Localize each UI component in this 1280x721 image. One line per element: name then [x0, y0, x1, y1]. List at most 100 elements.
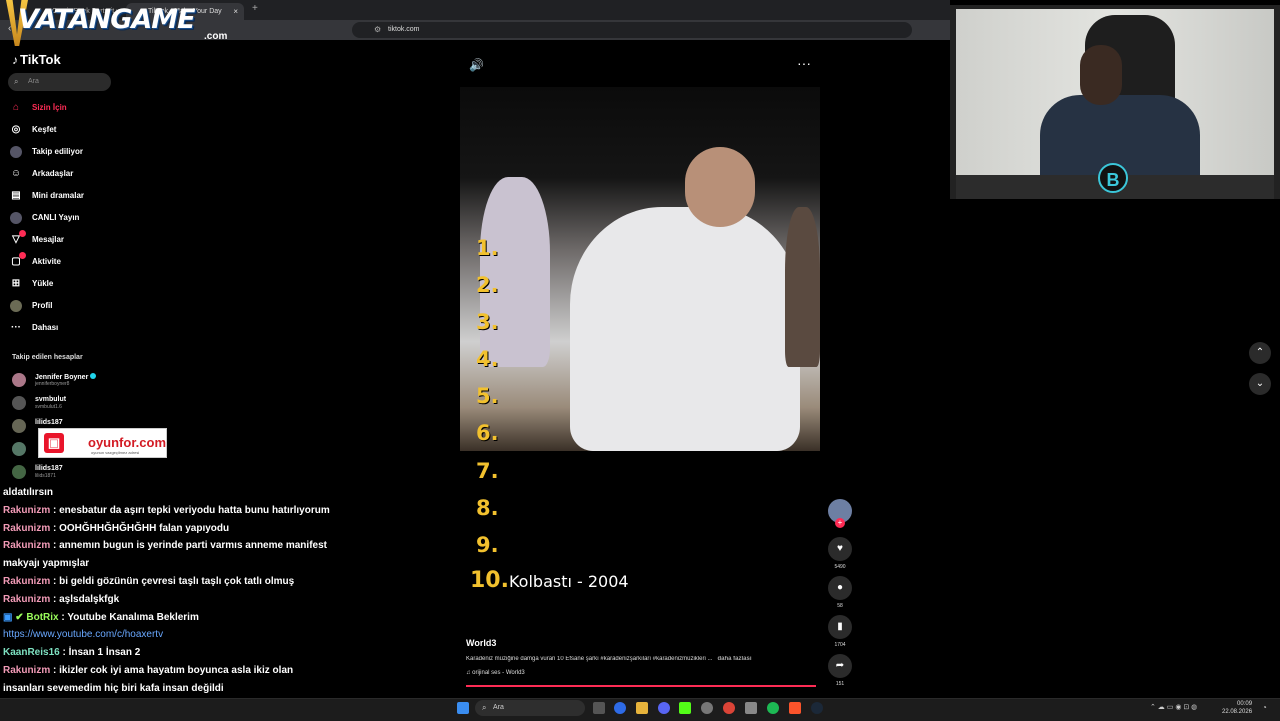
- chrome-icon[interactable]: [723, 702, 735, 714]
- search-input[interactable]: Ara: [8, 73, 111, 91]
- close-tab-icon[interactable]: ×: [233, 3, 238, 20]
- verified-badge-icon: [90, 373, 97, 379]
- comment-button[interactable]: ● 58: [828, 576, 852, 609]
- windows-start-icon[interactable]: [457, 702, 469, 714]
- url-field[interactable]: tiktok.com: [352, 22, 912, 38]
- tiktok-logo[interactable]: ♪ TikTok: [12, 52, 61, 67]
- more-dots-icon: ···: [11, 322, 21, 333]
- task-view-icon[interactable]: [593, 702, 605, 714]
- rank-number: 6.: [476, 421, 499, 445]
- new-tab-icon[interactable]: +: [252, 3, 258, 14]
- follow-plus-icon[interactable]: +: [835, 518, 845, 528]
- sidebar-item-label: Mesajlar: [32, 235, 65, 244]
- avatar: [12, 373, 26, 387]
- avatar: [12, 465, 26, 479]
- video-frame-dancer: [480, 177, 550, 367]
- sidebar-item-explore[interactable]: ◎ Keşfet: [10, 121, 57, 139]
- previous-video-button[interactable]: ⌃: [1249, 342, 1271, 364]
- home-icon: ⌂: [12, 102, 20, 113]
- video-frame-face: [685, 147, 755, 227]
- search-icon: ⌕: [482, 703, 487, 712]
- site-info-icon[interactable]: ⚙: [374, 25, 381, 34]
- upload-icon: ⊞: [11, 278, 21, 289]
- more-options-icon[interactable]: ···: [797, 55, 811, 71]
- webcam-overlay: B: [950, 5, 1280, 199]
- notification-icon[interactable]: ◔: [1262, 703, 1267, 712]
- sidebar-item-upload[interactable]: ⊞ Yükle: [10, 275, 54, 293]
- chat-username: KaanReis16: [3, 647, 60, 659]
- sidebar-item-label: Keşfet: [32, 125, 57, 134]
- spotify-icon[interactable]: [767, 702, 779, 714]
- chat-username: Rakunizm: [3, 540, 51, 552]
- video-music[interactable]: ♫ orijinal ses - World3: [466, 670, 525, 676]
- share-count: 151: [835, 681, 845, 687]
- volume-icon[interactable]: 🔊: [469, 58, 484, 72]
- save-count: 1704: [834, 642, 846, 648]
- sidebar-item-messages[interactable]: ▽ Mesajlar: [10, 230, 65, 249]
- chat-message: Rakunizm : OOHĞHHĞHĞHĞHH falan yapıyodu: [0, 520, 330, 538]
- sidebar-item-live[interactable]: CANLI Yayın: [10, 209, 79, 227]
- kick-icon[interactable]: [679, 702, 691, 714]
- rank-number: 3.: [476, 310, 499, 334]
- chevron-up-icon: ⌃: [1255, 347, 1265, 358]
- chat-username: Rakunizm: [3, 522, 51, 534]
- bookmark-icon: ▮: [828, 615, 852, 639]
- sidebar-item-label: Dahası: [32, 323, 59, 332]
- next-video-button[interactable]: ⌄: [1249, 373, 1271, 395]
- sidebar-item-for-you[interactable]: ⌂ Sizin İçin: [10, 99, 67, 117]
- taskbar-clock[interactable]: 00:09 22.08.2026: [1222, 700, 1252, 716]
- video-progress-bar[interactable]: [466, 685, 816, 687]
- brave-icon[interactable]: [789, 702, 801, 714]
- taskbar-search[interactable]: Ara: [475, 700, 585, 716]
- chat-message: Rakunizm : ikizler cok iyi ama hayatım b…: [0, 662, 330, 698]
- sidebar-item-label: Sizin İçin: [32, 103, 67, 112]
- chat-message: Rakunizm : bi geldi gözünün çevresi taşl…: [0, 573, 330, 591]
- chat-message: Rakunizm : aşlsdalşkfgk: [0, 591, 330, 609]
- rank-number: 4.: [476, 347, 499, 371]
- chat-text: : aşlsdalşkfgk: [50, 593, 120, 605]
- file-explorer-icon[interactable]: [636, 702, 648, 714]
- sidebar-item-following[interactable]: Takip ediliyor: [10, 143, 83, 161]
- description-text: Karadeniz müziğine damga vuran 10 Efsane…: [466, 656, 713, 662]
- discord-icon[interactable]: [658, 702, 670, 714]
- tray-icons[interactable]: ⌃ ☁ ▭ ◉ ⊡ ◍: [1150, 703, 1197, 711]
- account-handle: svmbulut1.6: [35, 404, 62, 410]
- comment-count: 58: [837, 603, 843, 609]
- current-song-caption: 10.Kolbastı - 2004: [470, 568, 629, 593]
- sidebar-item-mini-dramas[interactable]: ▤ Mini dramalar: [10, 187, 84, 205]
- save-button[interactable]: ▮ 1704: [828, 615, 852, 648]
- chat-text: : annemın bugun is yerinde parti varmıs …: [3, 540, 327, 570]
- like-button[interactable]: ♥ 5490: [828, 537, 852, 570]
- chat-username: BotRix: [26, 611, 59, 623]
- comment-icon: ●: [828, 576, 852, 600]
- video-author[interactable]: World3: [466, 638, 496, 648]
- chat-link[interactable]: https://www.youtube.com/c/hoaxertv: [3, 629, 163, 640]
- twitch-icon: ▣: [44, 433, 64, 453]
- sidebar-item-label: Mini dramalar: [32, 191, 85, 200]
- chat-text: : bi geldi gözünün çevresi taşlı taşlı ç…: [50, 575, 295, 587]
- video-frame-background-person: [785, 207, 820, 367]
- share-button[interactable]: ➦ 151: [828, 654, 852, 687]
- avatar: [12, 442, 26, 456]
- notification-badge: [19, 252, 26, 259]
- sidebar-item-activity[interactable]: ▢ Aktivite: [10, 252, 61, 271]
- sidebar-item-profile[interactable]: Profil: [10, 297, 52, 315]
- rank-number: 1.: [476, 236, 499, 260]
- steam-icon[interactable]: [811, 702, 823, 714]
- sidebar-item-label: Aktivite: [32, 257, 61, 266]
- account-name: lilids187: [35, 465, 63, 472]
- verified-check-icon: ✔: [12, 611, 27, 623]
- see-more-link[interactable]: daha fazlası: [717, 656, 751, 662]
- tiktok-note-icon: ♪: [12, 53, 18, 67]
- tiktok-wordmark: TikTok: [20, 52, 61, 67]
- profile-avatar-icon: [10, 300, 22, 312]
- sidebar-item-more[interactable]: ··· Dahası: [10, 319, 58, 337]
- copilot-icon[interactable]: [614, 702, 626, 714]
- streamer-body: [1040, 95, 1200, 175]
- chat-username: Rakunizm: [3, 664, 51, 676]
- video-description: Karadeniz müziğine damga vuran 10 Efsane…: [466, 656, 811, 662]
- settings-icon[interactable]: [701, 702, 713, 714]
- video-player[interactable]: [460, 87, 820, 451]
- sidebar-item-friends[interactable]: ☺ Arkadaşlar: [10, 165, 73, 183]
- obs-icon[interactable]: [745, 702, 757, 714]
